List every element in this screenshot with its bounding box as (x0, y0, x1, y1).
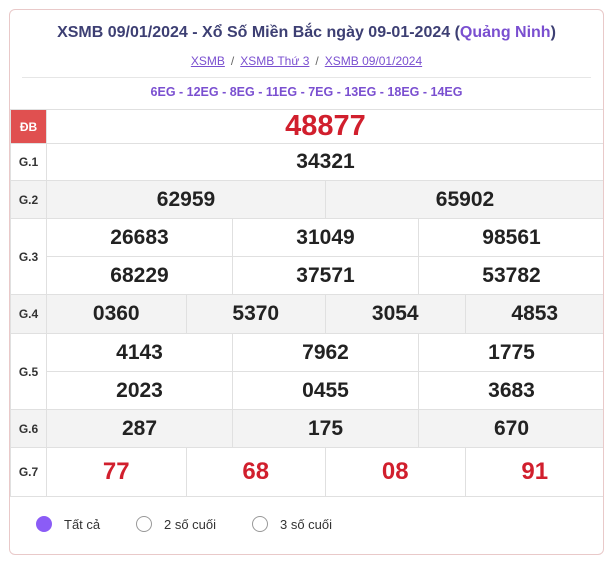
divider (22, 77, 591, 78)
prize-value-g2: 65902 (325, 180, 603, 219)
prize-label-g6: G.6 (10, 409, 47, 448)
prize-value-g5: 7962 (232, 333, 419, 372)
prize-row-g2: G.2 62959 65902 (10, 180, 603, 219)
prize-label-g2: G.2 (10, 180, 47, 219)
breadcrumb-separator: / (315, 54, 319, 68)
results-table: ĐB 48877 G.1 34321 G.2 62959 65902 G.3 2… (10, 109, 603, 497)
prize-value-g7: 77 (46, 447, 187, 497)
prize-value-g3: 31049 (232, 218, 419, 257)
prize-row-g5-b: 2023 0455 3683 (11, 371, 603, 410)
prize-row-g6: G.6 287 175 670 (10, 409, 603, 448)
prize-label-g4: G.4 (10, 294, 47, 334)
prize-value-g3: 37571 (232, 256, 419, 295)
prize-value-g4: 3054 (325, 294, 466, 334)
prize-value-g5: 1775 (418, 333, 603, 372)
prize-value-g5: 3683 (418, 371, 603, 410)
prize-value-db: 48877 (46, 109, 603, 144)
page-title: XSMB 09/01/2024 - Xổ Số Miền Bắc ngày 09… (10, 24, 603, 42)
breadcrumb: XSMB / XSMB Thứ 3 / XSMB 09/01/2024 (10, 54, 603, 68)
prize-value-g5: 4143 (46, 333, 233, 372)
prize-value-g2: 62959 (46, 180, 326, 219)
filter-all-label: Tất cả (64, 516, 101, 532)
prize-row-g4: G.4 0360 5370 3054 4853 (10, 294, 603, 334)
prize-value-g1: 34321 (46, 143, 603, 181)
radio-selected-icon[interactable] (36, 516, 52, 532)
radio-empty-icon[interactable] (136, 516, 152, 532)
prize-value-g5: 0455 (232, 371, 419, 410)
prize-label-g1: G.1 (10, 143, 47, 181)
results-card: XSMB 09/01/2024 - Xổ Số Miền Bắc ngày 09… (9, 9, 604, 555)
prize-value-g3: 26683 (46, 218, 233, 257)
prize-value-g4: 0360 (46, 294, 187, 334)
prize-value-g7: 68 (185, 447, 326, 497)
title-close: ) (550, 24, 556, 41)
prize-row-g3-b: 68229 37571 53782 (11, 256, 603, 295)
prize-value-g3: 68229 (46, 256, 233, 295)
breadcrumb-xsmb[interactable]: XSMB (191, 54, 225, 68)
prize-value-g3: 98561 (418, 218, 603, 257)
prize-value-g7: 08 (325, 447, 466, 497)
title-province: Quảng Ninh (459, 24, 551, 41)
radio-empty-icon[interactable] (252, 516, 268, 532)
breadcrumb-xsmb-date[interactable]: XSMB 09/01/2024 (325, 54, 422, 68)
prize-value-g6: 287 (46, 409, 233, 448)
prize-label-g5: G.5 (10, 333, 47, 410)
filter-3-digits-option[interactable]: 3 số cuối (252, 516, 332, 532)
prize-row-g1: G.1 34321 (10, 143, 603, 181)
prize-row-g5: G.5 4143 7962 1775 (10, 333, 603, 410)
prize-value-g7: 91 (464, 447, 603, 497)
filter-2-digits-option[interactable]: 2 số cuối (136, 516, 216, 532)
prize-value-g5: 2023 (46, 371, 233, 410)
prize-value-g4: 4853 (464, 294, 603, 334)
prize-label-g3: G.3 (10, 218, 47, 295)
prize-row-db: ĐB 48877 (10, 109, 603, 144)
breadcrumb-xsmb-thu-3[interactable]: XSMB Thứ 3 (240, 54, 309, 68)
breadcrumb-separator: / (230, 54, 235, 68)
prize-value-g4: 5370 (185, 294, 326, 334)
filter-3-digits-label: 3 số cuối (280, 516, 333, 532)
prize-value-g6: 175 (232, 409, 419, 448)
filter-all-option[interactable]: Tất cả (36, 516, 100, 532)
prize-label-db: ĐB (10, 109, 47, 144)
prize-value-g3: 53782 (418, 256, 603, 295)
prize-label-g7: G.7 (10, 447, 47, 497)
prize-row-g3: G.3 26683 31049 98561 (10, 218, 603, 295)
prize-row-g7: G.7 77 68 08 91 (10, 447, 603, 497)
prize-value-g6: 670 (418, 409, 603, 448)
draw-codes: 6EG - 12EG - 8EG - 11EG - 7EG - 13EG - 1… (150, 85, 463, 99)
filter-2-digits-label: 2 số cuối (164, 516, 217, 532)
title-text: XSMB 09/01/2024 - Xổ Số Miền Bắc ngày 09… (57, 24, 460, 41)
